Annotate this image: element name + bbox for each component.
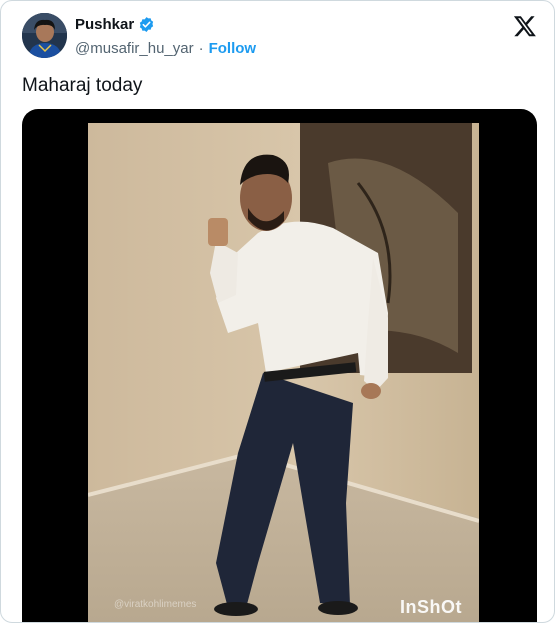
- tweet-text: Maharaj today: [22, 75, 143, 96]
- verified-badge-icon: [138, 16, 155, 33]
- author-display-name[interactable]: Pushkar: [75, 16, 134, 33]
- avatar-image: [22, 13, 67, 58]
- avatar[interactable]: [22, 13, 67, 58]
- separator-dot: ·: [198, 40, 204, 57]
- video-credit-text: @viratkohlimemes: [114, 599, 197, 610]
- tweet-card[interactable]: Pushkar @musafir_hu_yar · Follow Maharaj…: [0, 0, 555, 623]
- video-frame: [88, 123, 479, 622]
- author-handle-row: @musafir_hu_yar · Follow: [75, 40, 256, 57]
- video-player[interactable]: @viratkohlimemes InShOt: [22, 109, 537, 622]
- follow-button[interactable]: Follow: [209, 40, 257, 57]
- author-name-row[interactable]: Pushkar: [75, 16, 155, 33]
- x-logo-icon[interactable]: [513, 14, 537, 38]
- inshot-watermark: InShOt: [400, 597, 462, 617]
- author-handle[interactable]: @musafir_hu_yar: [75, 40, 194, 57]
